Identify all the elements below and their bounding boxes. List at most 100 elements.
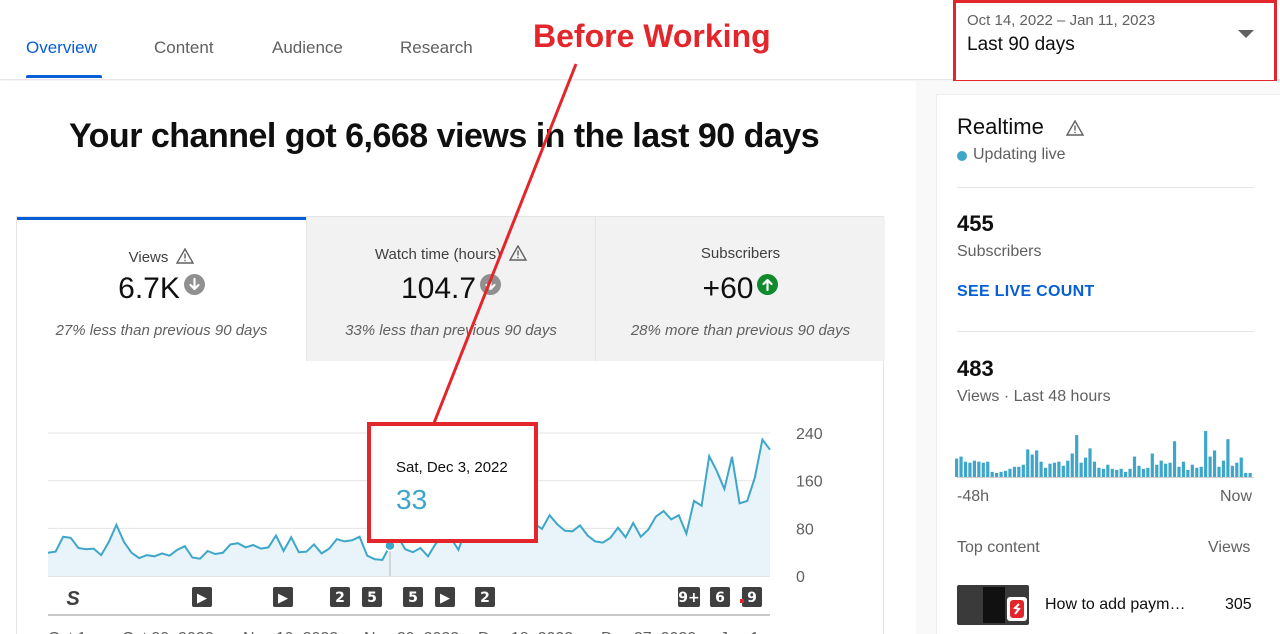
axis-end-label: Now: [1220, 488, 1253, 505]
realtime-bar: [1199, 466, 1203, 477]
realtime-bar: [1088, 448, 1092, 477]
marker-count: 6: [715, 590, 725, 606]
realtime-bar: [1155, 464, 1159, 477]
realtime-bar: [1048, 463, 1052, 477]
y-tick-label: 0: [796, 569, 805, 586]
realtime-bar: [1057, 461, 1061, 477]
realtime-bar: [1106, 464, 1110, 477]
realtime-bar: [1097, 467, 1101, 477]
realtime-bar: [1212, 450, 1217, 477]
realtime-bar: [972, 460, 976, 477]
see-live-count-link[interactable]: SEE LIVE COUNT: [957, 283, 1095, 301]
timeline-marker[interactable]: 6: [710, 587, 730, 607]
realtime-bar: [963, 461, 968, 477]
timeline-marker[interactable]: ▶: [435, 587, 455, 607]
realtime-bar: [1008, 468, 1012, 477]
realtime-bar: [1061, 465, 1065, 477]
x-tick-label: Nov 29, 2022: [364, 630, 459, 634]
realtime-bar: [1168, 462, 1172, 477]
x-tick-label: Oct 1…: [48, 630, 102, 634]
date-preset-label: Last 90 days: [967, 34, 1075, 55]
timeline-marker[interactable]: 5: [362, 587, 382, 607]
realtime-bar: [1052, 462, 1057, 477]
date-range-text: Oct 14, 2022 – Jan 11, 2023: [967, 12, 1156, 29]
y-tick-label: 80: [796, 521, 814, 538]
realtime-bar: [1128, 468, 1132, 477]
views-48h-count: 483: [957, 356, 994, 381]
timeline-marker[interactable]: ▶: [192, 587, 212, 607]
top-content-views: 305: [1225, 596, 1252, 613]
realtime-bar: [1150, 453, 1154, 477]
realtime-title: Realtime: [957, 114, 1044, 139]
subscribers-label: Subscribers: [957, 243, 1042, 260]
x-tick-label: Jan 1…: [720, 630, 775, 634]
realtime-bar: [1190, 464, 1194, 477]
realtime-bar: [1217, 466, 1221, 477]
x-tick-label: Nov 19, 2022: [243, 630, 338, 634]
realtime-bar: [1026, 449, 1030, 477]
realtime-bar: [1030, 454, 1034, 477]
realtime-bar: [1066, 460, 1070, 477]
tooltip-value: 33: [396, 484, 428, 515]
realtime-bar: [1172, 441, 1177, 477]
realtime-bar: [1146, 467, 1150, 477]
timeline-marker[interactable]: 9: [742, 587, 762, 607]
realtime-bar: [981, 462, 985, 477]
axis-start-label: -48h: [957, 488, 990, 505]
realtime-bar: [1226, 439, 1230, 477]
top-content-label: Top content: [957, 539, 1040, 556]
top-content-title[interactable]: How to add paym…: [1045, 596, 1186, 614]
views-48h-label: Views · Last 48 hours: [957, 388, 1111, 405]
tooltip-date: Sat, Dec 3, 2022: [396, 459, 508, 476]
realtime-bar: [1092, 461, 1097, 477]
timeline-marker[interactable]: S: [66, 588, 80, 610]
shorts-icon: S: [66, 588, 80, 610]
realtime-bar: [1137, 465, 1141, 477]
realtime-bar: [1195, 467, 1199, 477]
realtime-bar: [959, 456, 963, 477]
timeline-marker[interactable]: 5: [403, 587, 423, 607]
y-tick-label: 240: [796, 426, 823, 443]
realtime-bar: [1235, 462, 1239, 477]
annotation-arrow: [432, 63, 578, 424]
realtime-bar: [1159, 460, 1163, 477]
realtime-bar: [1101, 468, 1105, 477]
realtime-bar: [1230, 465, 1234, 477]
timeline-marker[interactable]: 2: [475, 587, 495, 607]
realtime-bar: [1043, 467, 1048, 477]
marker-count: 2: [335, 590, 345, 606]
realtime-bar: [1070, 453, 1074, 477]
realtime-bar: [968, 462, 972, 477]
marker-count: 5: [408, 590, 418, 606]
divider: [957, 331, 1254, 332]
timeline-marker[interactable]: ▶: [273, 587, 293, 607]
y-tick-label: 160: [796, 474, 823, 491]
realtime-bar: [1083, 457, 1088, 477]
marker-count: 2: [480, 590, 490, 606]
realtime-bar: [1164, 463, 1168, 477]
realtime-bar: [955, 458, 959, 477]
x-tick-label: Dec 18, 2022: [478, 630, 573, 634]
chart-tooltip: Sat, Dec 3, 2022 33: [367, 422, 538, 543]
timeline-marker[interactable]: 9+: [678, 587, 700, 607]
realtime-bar: [1079, 462, 1083, 477]
realtime-bar: [1204, 431, 1208, 477]
realtime-bar: [1177, 466, 1181, 477]
realtime-bar: [1115, 469, 1119, 477]
video-thumbnail[interactable]: [957, 585, 1029, 625]
marker-count: 9: [747, 590, 757, 606]
marker-count: 5: [367, 590, 377, 606]
timeline-marker[interactable]: 2: [330, 587, 350, 607]
realtime-bar: [1119, 468, 1123, 477]
shorts-icon: [1007, 597, 1027, 621]
realtime-bar: [1239, 457, 1243, 477]
realtime-bar: [1039, 461, 1043, 477]
realtime-bar: [1221, 460, 1226, 477]
realtime-bar: [1017, 466, 1021, 477]
realtime-bar: [1141, 468, 1146, 477]
play-icon: ▶: [440, 591, 450, 606]
realtime-bar: [1012, 466, 1017, 477]
date-range-picker[interactable]: Oct 14, 2022 – Jan 11, 2023 Last 90 days: [953, 0, 1277, 83]
subscribers-count: 455: [957, 211, 994, 236]
realtime-bar-chart: [955, 431, 1252, 477]
